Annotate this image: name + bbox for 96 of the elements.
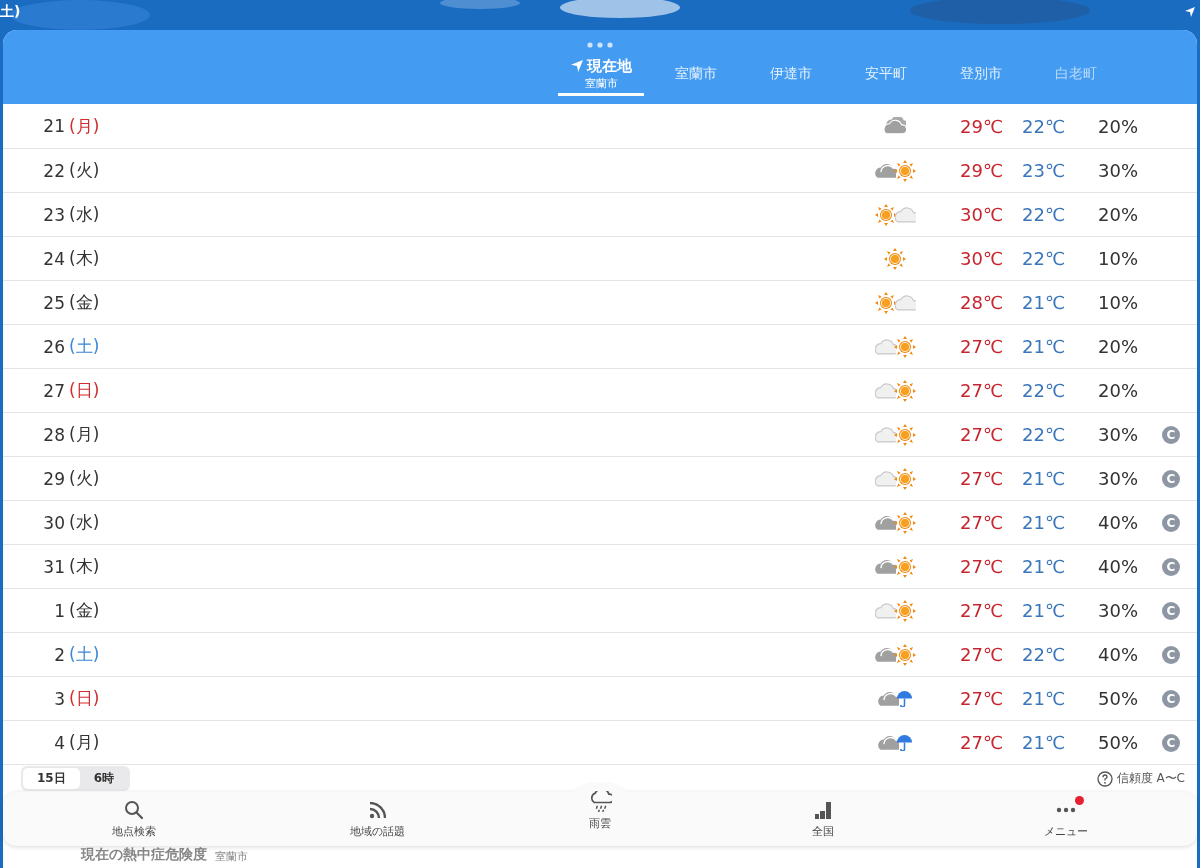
low-temperature: 21℃ [1021, 556, 1067, 577]
day-number: 29 [42, 468, 65, 489]
high-temperature: 30℃ [959, 204, 1005, 225]
high-temperature: 27℃ [959, 512, 1005, 533]
range-option[interactable]: 6時 [79, 768, 129, 789]
precipitation-chance: 30% [1097, 424, 1139, 445]
high-temperature: 27℃ [959, 600, 1005, 621]
low-temperature: 21℃ [1021, 512, 1067, 533]
low-temperature: 22℃ [1021, 644, 1067, 665]
heat-risk-place: 室蘭市 [215, 849, 248, 864]
weekday-label: (火) [69, 467, 100, 490]
day-number: 21 [42, 116, 65, 136]
precipitation-chance: 40% [1097, 512, 1139, 533]
low-temperature: 22℃ [1021, 380, 1067, 401]
low-temperature: 21℃ [1021, 336, 1067, 357]
high-temperature: 27℃ [959, 336, 1005, 357]
weekday-label: (月) [69, 423, 100, 446]
high-temperature: 27℃ [959, 380, 1005, 401]
day-number: 28 [42, 424, 65, 445]
reliability-badge: C [1162, 557, 1180, 576]
day-number: 24 [42, 248, 65, 269]
help-icon[interactable] [1096, 770, 1113, 787]
reliability-label: 信頼度 A〜C [1116, 770, 1185, 787]
day-number: 30 [42, 512, 65, 533]
high-temperature: 27℃ [959, 644, 1005, 665]
weekday-label: (月) [69, 114, 100, 138]
day-number: 1 [53, 600, 65, 621]
reliability-badge: C [1162, 645, 1180, 664]
high-temperature: 28℃ [959, 292, 1005, 313]
tab-bar-item[interactable]: 地点検索 [79, 792, 190, 843]
weekday-label: (水) [69, 203, 100, 226]
high-temperature: 27℃ [959, 424, 1005, 445]
precipitation-chance: 10% [1097, 292, 1139, 313]
precipitation-chance: 40% [1097, 644, 1139, 665]
low-temperature: 22℃ [1021, 424, 1067, 445]
low-temperature: 22℃ [1021, 248, 1067, 269]
precipitation-chance: 10% [1097, 248, 1139, 269]
low-temperature: 21℃ [1021, 732, 1067, 753]
reliability-badge: C [1162, 733, 1180, 752]
grabber-icon [587, 42, 613, 48]
high-temperature: 29℃ [959, 115, 1005, 137]
low-temperature: 22℃ [1021, 115, 1067, 137]
high-temperature: 27℃ [959, 732, 1005, 753]
precipitation-chance: 20% [1097, 380, 1139, 401]
heat-risk-title: 現在の熱中症危険度 [81, 846, 207, 864]
weekday-label: (水) [69, 511, 100, 534]
reliability-badge: C [1162, 469, 1180, 488]
precipitation-chance: 50% [1097, 732, 1139, 753]
precipitation-chance: 40% [1097, 556, 1139, 577]
weekday-label: (金) [69, 291, 100, 314]
reliability-badge: C [1162, 689, 1180, 708]
day-number: 31 [42, 556, 65, 577]
precipitation-chance: 30% [1097, 600, 1139, 621]
day-number: 4 [53, 732, 65, 753]
day-number: 22 [42, 160, 65, 181]
precipitation-chance: 20% [1097, 115, 1139, 137]
day-number: 2 [53, 644, 65, 665]
high-temperature: 27℃ [959, 468, 1005, 489]
high-temperature: 29℃ [959, 160, 1005, 181]
location-arrow-icon [1184, 6, 1196, 18]
weekday-label: (土) [69, 335, 100, 358]
weekday-label: (日) [69, 379, 100, 402]
precipitation-chance: 30% [1097, 160, 1139, 181]
low-temperature: 21℃ [1021, 468, 1067, 489]
reliability-badge: C [1162, 513, 1180, 532]
day-number: 23 [42, 204, 65, 225]
day-number: 27 [42, 380, 65, 401]
low-temperature: 22℃ [1021, 204, 1067, 225]
status-text: 土) [0, 3, 21, 21]
reliability-badge: C [1162, 601, 1180, 620]
precipitation-chance: 30% [1097, 468, 1139, 489]
low-temperature: 21℃ [1021, 600, 1067, 621]
weekday-label: (月) [69, 731, 100, 754]
day-number: 3 [53, 688, 65, 709]
low-temperature: 21℃ [1021, 688, 1067, 709]
tab-bar-item[interactable]: 全国 [767, 792, 878, 843]
precipitation-chance: 20% [1097, 336, 1139, 357]
tab-bar-item[interactable]: 地域の話題 [322, 792, 433, 843]
reliability-badge: C [1162, 425, 1180, 444]
weekday-label: (土) [69, 643, 100, 666]
low-temperature: 23℃ [1021, 160, 1067, 181]
precipitation-chance: 50% [1097, 688, 1139, 709]
precipitation-chance: 20% [1097, 204, 1139, 225]
weekday-label: (金) [69, 599, 100, 622]
weekday-label: (木) [69, 247, 100, 270]
range-option[interactable]: 15日 [23, 768, 80, 789]
high-temperature: 27℃ [959, 688, 1005, 709]
weekday-label: (日) [69, 687, 100, 710]
day-number: 26 [42, 336, 65, 357]
weekday-label: (木) [69, 555, 100, 578]
high-temperature: 30℃ [959, 248, 1005, 269]
high-temperature: 27℃ [959, 556, 1005, 577]
weekday-label: (火) [69, 159, 100, 182]
day-number: 25 [42, 292, 65, 313]
tab-bar-item[interactable]: メニュー [1010, 792, 1121, 843]
low-temperature: 21℃ [1021, 292, 1067, 313]
